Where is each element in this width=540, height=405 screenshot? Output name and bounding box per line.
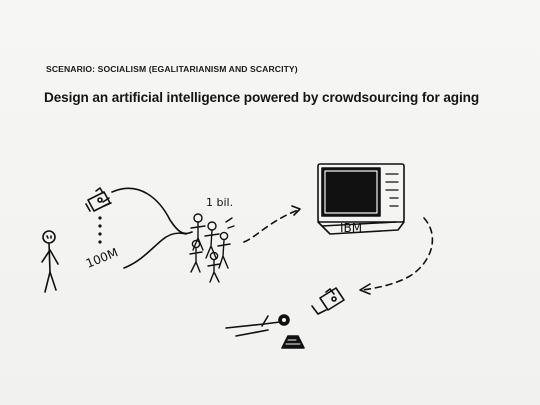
whiteboard-sketch-page: SCENARIO: SOCIALISM (EGALITARIANISM AND … <box>0 0 540 405</box>
dashed-arrow-to-computer <box>243 209 299 243</box>
camera-icon-bottom <box>311 287 345 315</box>
base-icon <box>281 335 305 349</box>
lone-stick-figure <box>41 230 59 293</box>
dotted-connector <box>98 216 102 244</box>
lying-stick-figure <box>225 314 290 337</box>
elder-count-label: 100M <box>84 245 120 270</box>
hand-drawn-sketch: 100M 1 bil. IBM <box>41 163 434 349</box>
computer-brand-label: IBM <box>340 221 362 235</box>
dashed-arrow-return <box>361 217 434 291</box>
connection-curve-top <box>111 187 193 235</box>
crowd-count-label: 1 bil. <box>206 196 233 209</box>
crowd-stick-figures <box>189 213 235 283</box>
connection-curve-bottom <box>123 232 187 269</box>
